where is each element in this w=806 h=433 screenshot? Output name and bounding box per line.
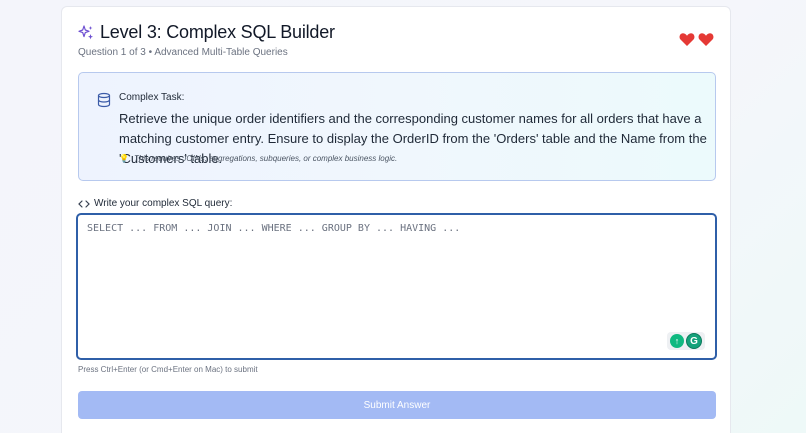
heart-icon	[698, 32, 714, 47]
query-editor: ↑ G	[76, 213, 717, 360]
editor-extensions: ↑ G	[667, 332, 705, 350]
title-row: Level 3: Complex SQL Builder	[78, 22, 714, 43]
hint-text: This requires JOINs, aggregations, subqu…	[133, 154, 398, 163]
sparkle-icon	[78, 24, 94, 41]
code-icon	[78, 199, 90, 209]
lives-indicator	[679, 32, 714, 47]
extension-tray: ↑ G	[667, 332, 705, 350]
query-label-text: Write your complex SQL query:	[94, 198, 233, 209]
shortcut-hint: Press Ctrl+Enter (or Cmd+Enter on Mac) t…	[78, 365, 258, 374]
question-progress: Question 1 of 3 • Advanced Multi-Table Q…	[78, 47, 288, 58]
task-box: Complex Task: Retrieve the unique order …	[78, 72, 716, 181]
submit-button[interactable]: Submit Answer	[78, 391, 716, 419]
question-card: Level 3: Complex SQL Builder Question 1 …	[61, 6, 731, 433]
task-hint: 💡 This requires JOINs, aggregations, sub…	[119, 154, 397, 163]
task-label: Complex Task:	[119, 92, 185, 103]
assistant-icon[interactable]: ↑	[670, 334, 684, 348]
heart-icon	[679, 32, 695, 47]
grammarly-icon[interactable]: G	[686, 333, 702, 349]
lightbulb-icon: 💡	[119, 154, 129, 163]
query-label: Write your complex SQL query:	[78, 198, 232, 209]
sql-query-input[interactable]	[78, 215, 715, 358]
page-title: Level 3: Complex SQL Builder	[100, 22, 335, 42]
database-icon	[96, 92, 112, 108]
question-header: Level 3: Complex SQL Builder Question 1 …	[78, 22, 714, 62]
